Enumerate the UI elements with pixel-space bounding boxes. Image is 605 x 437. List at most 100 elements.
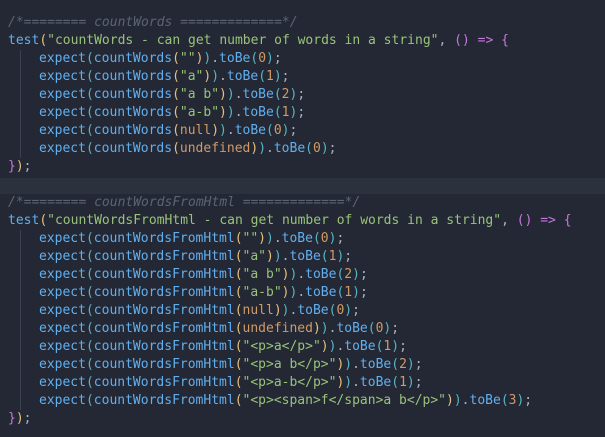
code-editor[interactable]: /*======== countWords =============*/ te… bbox=[0, 0, 605, 437]
expected-value: 1 bbox=[266, 69, 274, 84]
function-under-test: countWordsFromHtml bbox=[93, 303, 235, 318]
expected-value: 0 bbox=[320, 231, 329, 246]
function-under-test: countWords bbox=[93, 69, 173, 84]
expect-call: expect bbox=[39, 321, 86, 336]
expect-line: expect(countWords("a")).toBe(1); bbox=[0, 68, 605, 86]
function-under-test: countWordsFromHtml bbox=[93, 267, 235, 282]
code-line: test("countWords - can get number of wor… bbox=[8, 33, 509, 48]
function-under-test: countWords bbox=[93, 51, 173, 66]
expected-value: 2 bbox=[399, 357, 407, 372]
test-argument: "<p>a-b</p>" bbox=[242, 375, 337, 390]
indent-guide bbox=[20, 86, 21, 104]
expected-value: 0 bbox=[273, 123, 282, 138]
expect-line: expect(countWordsFromHtml("<p>a-b</p>"))… bbox=[0, 374, 605, 392]
expect-line: expect(countWordsFromHtml(undefined)).to… bbox=[0, 320, 605, 338]
code-comment: /*======== countWordsFromHtml ==========… bbox=[8, 195, 361, 210]
expect-call: expect bbox=[39, 339, 86, 354]
indent-guide bbox=[20, 302, 21, 320]
code-line: /*======== countWords =============*/ bbox=[0, 14, 605, 32]
test-argument: null bbox=[179, 123, 212, 138]
code-line: }); bbox=[8, 411, 32, 426]
expect-line: expect(countWords("a b")).toBe(2); bbox=[0, 86, 605, 104]
expect-call: expect bbox=[39, 375, 86, 390]
tobe-call: toBe bbox=[305, 267, 337, 282]
test-function-name: test bbox=[8, 213, 40, 228]
test-argument: "a b" bbox=[242, 267, 282, 282]
expect-call: expect bbox=[39, 141, 86, 156]
tobe-call: toBe bbox=[359, 375, 392, 390]
expect-call: expect bbox=[39, 393, 86, 408]
block-separator bbox=[0, 178, 605, 194]
tobe-call: toBe bbox=[242, 105, 274, 120]
expect-call: expect bbox=[39, 357, 86, 372]
function-under-test: countWords bbox=[93, 123, 173, 138]
function-under-test: countWords bbox=[93, 141, 173, 156]
expect-line: expect(countWords("")).toBe(0); bbox=[0, 50, 605, 68]
test-argument: "<p>a b</p>" bbox=[242, 357, 337, 372]
test-argument: "a-b" bbox=[179, 105, 220, 120]
indent-guide bbox=[20, 50, 21, 68]
indent-guide bbox=[20, 284, 21, 302]
arrow-operator: => bbox=[477, 33, 494, 48]
indent-guide bbox=[20, 320, 21, 338]
expected-value: 1 bbox=[399, 375, 407, 390]
expect-call: expect bbox=[39, 249, 86, 264]
code-line: }); bbox=[8, 159, 32, 174]
expect-line: expect(countWordsFromHtml("a-b")).toBe(1… bbox=[0, 284, 605, 302]
function-under-test: countWordsFromHtml bbox=[93, 393, 235, 408]
function-under-test: countWordsFromHtml bbox=[93, 339, 235, 354]
expect-call: expect bbox=[39, 123, 86, 138]
expected-value: 0 bbox=[258, 51, 267, 66]
indent-guide bbox=[20, 392, 21, 410]
tobe-call: toBe bbox=[273, 141, 306, 156]
test-argument: undefined bbox=[179, 141, 251, 156]
expect-call: expect bbox=[39, 69, 86, 84]
test-argument: "" bbox=[242, 231, 259, 246]
tobe-call: toBe bbox=[469, 393, 501, 408]
tobe-call: toBe bbox=[281, 231, 313, 246]
expected-value: 1 bbox=[281, 105, 290, 120]
expect-line: expect(countWords(undefined)).toBe(0); bbox=[0, 140, 605, 158]
expected-value: 0 bbox=[312, 141, 321, 156]
function-under-test: countWords bbox=[93, 105, 173, 120]
expected-value: 2 bbox=[344, 267, 353, 282]
tobe-call: toBe bbox=[359, 357, 392, 372]
function-under-test: countWordsFromHtml bbox=[93, 285, 235, 300]
expected-value: 2 bbox=[281, 87, 290, 102]
expect-line: expect(countWordsFromHtml("<p>a</p>")).t… bbox=[0, 338, 605, 356]
indent-guide bbox=[20, 266, 21, 284]
function-under-test: countWordsFromHtml bbox=[93, 249, 235, 264]
test-argument: "a" bbox=[242, 249, 266, 264]
expect-line: expect(countWordsFromHtml("<p>a b</p>"))… bbox=[0, 356, 605, 374]
indent-guide bbox=[20, 374, 21, 392]
code-block-countwordsfromhtml: /*======== countWordsFromHtml ==========… bbox=[0, 194, 605, 437]
test-description: "countWordsFromHtml - can get number of … bbox=[47, 213, 502, 228]
expect-line: expect(countWordsFromHtml(null)).toBe(0)… bbox=[0, 302, 605, 320]
tobe-call: toBe bbox=[336, 321, 368, 336]
indent-guide bbox=[20, 68, 21, 86]
test-argument: "a b" bbox=[179, 87, 220, 102]
indent-guide bbox=[20, 122, 21, 140]
expect-line: expect(countWords(null)).toBe(0); bbox=[0, 122, 605, 140]
test-argument: "a-b" bbox=[242, 285, 282, 300]
indent-guide bbox=[20, 248, 21, 266]
expect-call: expect bbox=[39, 51, 86, 66]
tobe-call: toBe bbox=[344, 339, 376, 354]
expected-value: 1 bbox=[344, 285, 353, 300]
test-description: "countWords - can get number of words in… bbox=[47, 33, 439, 48]
tobe-call: toBe bbox=[226, 69, 259, 84]
expect-call: expect bbox=[39, 87, 86, 102]
tobe-call: toBe bbox=[234, 123, 267, 138]
expect-line: expect(countWordsFromHtml("a")).toBe(1); bbox=[0, 248, 605, 266]
test-argument: "<p>a</p>" bbox=[242, 339, 321, 354]
function-under-test: countWordsFromHtml bbox=[93, 357, 235, 372]
code-line: /*======== countWordsFromHtml ==========… bbox=[0, 194, 605, 212]
expect-line: expect(countWordsFromHtml("a b")).toBe(2… bbox=[0, 266, 605, 284]
test-argument: "<p><span>f</span>a b</p>" bbox=[242, 393, 447, 408]
tobe-call: toBe bbox=[305, 285, 337, 300]
indent-guide bbox=[20, 230, 21, 248]
function-under-test: countWords bbox=[93, 87, 173, 102]
function-under-test: countWordsFromHtml bbox=[93, 321, 235, 336]
indent-guide bbox=[20, 356, 21, 374]
indent-guide bbox=[20, 338, 21, 356]
